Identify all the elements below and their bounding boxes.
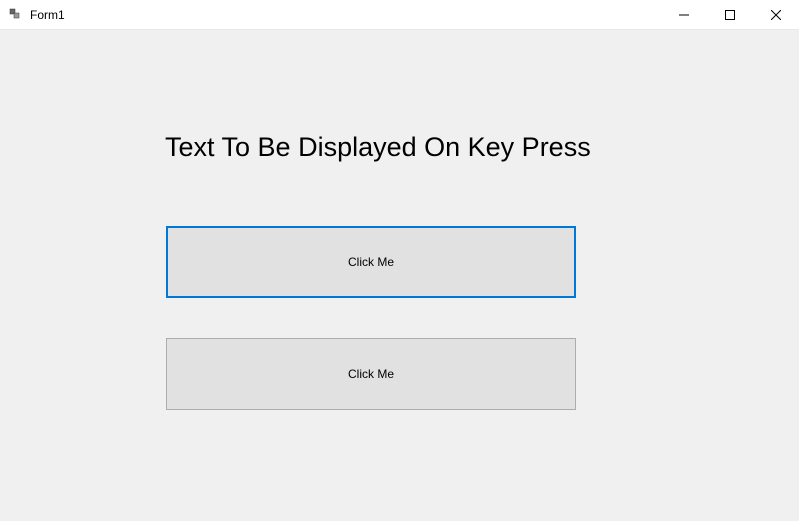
main-label: Text To Be Displayed On Key Press	[165, 132, 591, 163]
button-2-label: Click Me	[348, 367, 394, 381]
window-controls	[661, 0, 799, 29]
button-1[interactable]: Click Me	[166, 226, 576, 298]
button-2[interactable]: Click Me	[166, 338, 576, 410]
titlebar: Form1	[0, 0, 799, 30]
client-area: Text To Be Displayed On Key Press Click …	[0, 30, 799, 521]
app-icon	[8, 7, 24, 23]
button-1-label: Click Me	[348, 255, 394, 269]
minimize-button[interactable]	[661, 0, 707, 29]
window-title: Form1	[30, 8, 65, 22]
close-button[interactable]	[753, 0, 799, 29]
maximize-button[interactable]	[707, 0, 753, 29]
titlebar-left: Form1	[0, 7, 65, 23]
